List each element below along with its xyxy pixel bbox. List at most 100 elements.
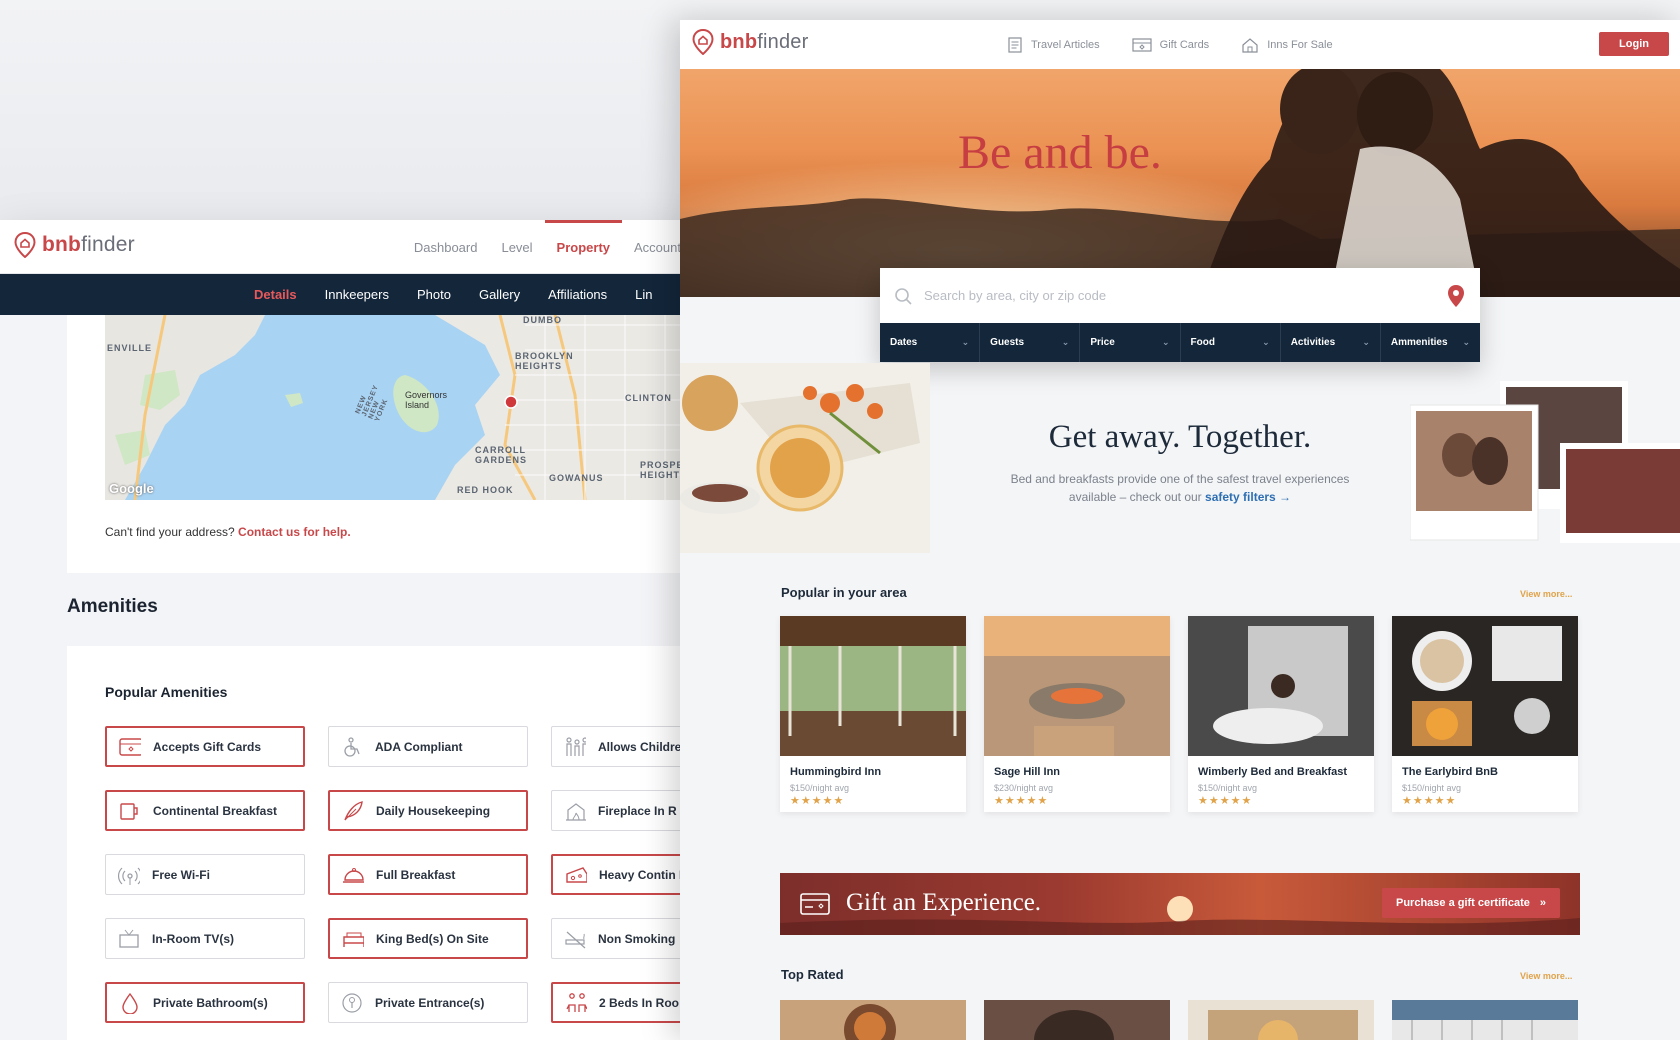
inn-name: Hummingbird Inn [790,766,882,778]
amenity-option[interactable]: Accepts Gift Cards [105,726,305,767]
logo-pin-icon [692,29,714,55]
map-marker-icon [504,395,518,409]
nav-label: Travel Articles [1031,38,1100,51]
drop-icon [119,992,141,1014]
gift-card-icon [119,736,141,758]
amenity-option[interactable]: In-Room TV(s) [105,918,305,959]
inn-photo [1392,616,1578,756]
view-more-top-rated-link[interactable]: View more... [1520,971,1572,981]
chevron-down-icon: ⌄ [1161,337,1170,347]
nav-level[interactable]: Level [489,220,544,274]
inn-rating-stars: ★★★★★ [1402,795,1457,807]
amenity-label: Free Wi-Fi [152,867,210,882]
amenity-option[interactable]: Fireplace In R [551,790,700,831]
amenity-label: ADA Compliant [375,739,463,754]
location-pin-icon[interactable] [1446,284,1466,308]
inn-card[interactable]: Wimberly Bed and Breakfast $150/night av… [1188,616,1374,812]
inn-card[interactable]: Sage Hill Inn $230/night avg ★★★★★ [984,616,1170,812]
amenities-heading: Amenities [67,596,158,617]
inn-rating-stars: ★★★★★ [790,795,845,807]
amenity-option[interactable]: Heavy Contin Breakfast [551,854,700,895]
amenity-label: Continental Breakfast [153,803,278,818]
view-more-popular-link[interactable]: View more... [1520,589,1572,599]
fireplace-icon [564,800,586,822]
logo-brand-light: finder [757,30,809,53]
inn-card[interactable]: The Earlybird BnB $150/night avg ★★★★★ [1392,616,1578,812]
filter-label: Activities [1290,337,1336,348]
amenity-label: Private Bathroom(s) [153,995,268,1010]
gift-title: Gift an Experience. [846,889,1042,916]
amenities-card: Popular Amenities Accepts Gift Cards ADA … [67,646,700,1040]
nav-label: Inns For Sale [1267,38,1333,51]
tab-details[interactable]: Details [240,287,311,302]
safety-filters-link[interactable]: safety filters → [1205,490,1291,504]
top-rated-card[interactable] [1188,1000,1374,1040]
amenity-option[interactable]: Full Breakfast [328,854,528,895]
photo-collage [1410,381,1680,543]
nav-property[interactable]: Property [544,220,623,274]
wifi-icon [118,864,140,886]
gift-banner: Gift an Experience. Purchase a gift cert… [780,873,1580,935]
cheese-icon [565,864,587,886]
map-label: CARROLL GARDENS [475,445,528,465]
contact-help-link[interactable]: Contact us for help. [238,525,351,539]
amenity-option[interactable]: King Bed(s) On Site [328,918,528,959]
inn-photo [984,616,1170,756]
filter-dropdown[interactable]: Dates ⌄ [880,323,981,362]
top-rated-card[interactable] [984,1000,1170,1040]
bnbfinder-logo[interactable]: bnbfinder [14,232,135,258]
filter-dropdown[interactable]: Activities ⌄ [1281,323,1381,362]
amenity-label: Full Breakfast [376,867,456,882]
tab-affiliations[interactable]: Affiliations [534,287,621,302]
amenity-label: Fireplace In R [598,803,677,818]
hero-banner: Be and be. [680,69,1680,297]
inn-photo [780,616,966,756]
amenity-option[interactable]: Private Entrance(s) [328,982,528,1023]
amenity-option[interactable]: Allows Childre [551,726,700,767]
amenity-option[interactable]: Non Smoking [551,918,700,959]
gift-card-icon [800,893,830,915]
tv-icon [118,928,140,950]
nav-travel-articles[interactable]: Travel Articles [1007,36,1100,53]
nav-gift-cards[interactable]: Gift Cards [1132,37,1209,53]
amenity-option[interactable]: 2 Beds In Roo [551,982,700,1023]
nav-dashboard[interactable]: Dashboard [402,220,490,274]
amenity-option[interactable]: Continental Breakfast [105,790,305,831]
location-map[interactable]: ENVILLE DUMBO BROOKLYN HEIGHTS Governors… [105,315,700,500]
chevron-down-icon: ⌄ [961,337,970,347]
filter-dropdown[interactable]: Price ⌄ [1080,323,1181,362]
nav-inns-for-sale[interactable]: Inns For Sale [1241,37,1333,53]
key-icon [341,992,363,1014]
amenity-option[interactable]: ADA Compliant [328,726,528,767]
top-rated-card[interactable] [780,1000,966,1040]
top-rated-card[interactable] [1392,1000,1578,1040]
amenity-option[interactable]: Private Bathroom(s) [105,982,305,1023]
admin-window: bnbfinder Dashboard Level Property Accou… [0,220,700,1040]
admin-top-nav: Dashboard Level Property Account [402,220,700,274]
inn-card[interactable]: Hummingbird Inn $150/night avg ★★★★★ [780,616,966,812]
feather-icon [342,800,364,822]
double-chevron-right-icon: » [1539,897,1546,909]
map-attribution[interactable]: Google [109,481,154,496]
logo-brand-bold: bnb [720,30,758,53]
filter-label: Dates [890,337,918,348]
tab-links[interactable]: Lin [621,287,666,302]
map-label: DUMBO [523,315,562,325]
popular-amenities-heading: Popular Amenities [105,684,228,700]
bnbfinder-logo[interactable]: bnbfinder [692,29,809,55]
purchase-gift-certificate-button[interactable]: Purchase a gift certificate » [1382,888,1560,918]
hero-title: Be and be. [958,126,1162,179]
search-input[interactable]: Search by area, city or zip code [924,288,1434,303]
tab-innkeepers[interactable]: Innkeepers [311,287,403,302]
tab-gallery[interactable]: Gallery [465,287,534,302]
tab-photo[interactable]: Photo [403,287,465,302]
filter-dropdown[interactable]: Ammenities ⌄ [1381,323,1480,362]
filter-dropdown[interactable]: Food ⌄ [1181,323,1281,362]
amenity-option[interactable]: Daily Housekeeping [328,790,528,831]
login-button[interactable]: Login [1599,32,1669,56]
filter-dropdown[interactable]: Guests ⌄ [980,323,1081,362]
article-icon [1008,36,1022,53]
property-sub-nav: Details Innkeepers Photo Gallery Affilia… [0,274,700,315]
amenity-option[interactable]: Free Wi-Fi [105,854,305,895]
inn-price: $150/night avg [1198,783,1258,793]
